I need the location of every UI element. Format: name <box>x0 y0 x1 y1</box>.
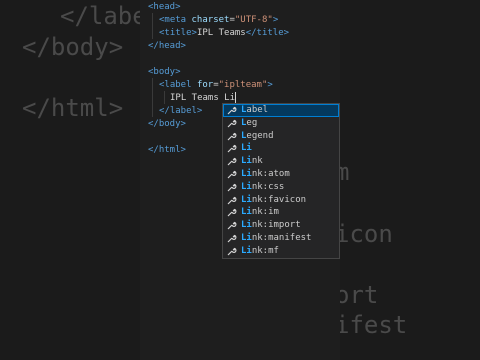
code-line: </body> <box>148 118 186 131</box>
backdrop-right: m icon ort ifest <box>340 0 480 360</box>
suggestion-rest: eg <box>246 117 258 128</box>
code-token: </head> <box>148 41 186 51</box>
code-token: </title> <box>245 28 290 38</box>
suggestion-item[interactable]: Link:mf <box>223 245 339 258</box>
code-line: </label> <box>159 105 202 118</box>
code-line: </head> <box>148 40 186 53</box>
wrench-icon <box>227 196 237 205</box>
indent-guide <box>152 13 153 39</box>
suggestion-item[interactable]: Link:atom <box>223 168 339 181</box>
suggestion-rest: nk:favicon <box>251 194 307 205</box>
code-token: "iplteam" <box>218 80 268 90</box>
suggestion-match: Li <box>241 168 252 179</box>
text-cursor <box>235 92 237 103</box>
code-token: "UTF-8" <box>234 15 273 25</box>
suggestion-rest: nk:import <box>251 220 301 231</box>
code-line: <body> <box>148 66 181 79</box>
suggestion-match: Li <box>241 156 252 167</box>
suggestion-item[interactable]: Li <box>223 142 339 155</box>
suggestion-match: Li <box>241 194 252 205</box>
suggestion-rest: egend <box>246 130 274 141</box>
backdrop-line: m <box>340 158 350 186</box>
code-line: <meta charset="UTF-8"> <box>159 14 278 27</box>
suggestion-item[interactable]: Legend <box>223 130 339 143</box>
code-token: IPL Teams <box>196 28 246 38</box>
suggestion-rest: nk:im <box>251 207 279 218</box>
wrench-icon <box>227 170 237 179</box>
suggestion-rest: nk:mf <box>251 245 279 256</box>
backdrop-left: </label> </body> </html> <box>0 0 140 360</box>
code-line: <title>IPL Teams</title> <box>159 27 289 40</box>
suggestion-item[interactable]: Label <box>223 104 339 117</box>
wrench-icon <box>227 157 237 166</box>
code-token: > <box>272 15 279 25</box>
code-token: > <box>267 80 273 90</box>
suggestion-item[interactable]: Link:manifest <box>223 232 339 245</box>
code-token: for <box>196 80 214 90</box>
code-line: <head> <box>148 1 181 14</box>
wrench-icon <box>227 247 237 256</box>
wrench-icon <box>227 221 237 230</box>
suggestion-rest: nk <box>251 156 263 167</box>
suggestion-item[interactable]: Link <box>223 155 339 168</box>
backdrop-line: ifest <box>340 311 408 339</box>
suggestion-match: Li <box>241 232 252 243</box>
suggestion-rest: nk:css <box>251 181 285 192</box>
code-token: <label <box>159 80 197 90</box>
wrench-icon <box>227 208 237 217</box>
suggestion-rest: nk:atom <box>251 168 290 179</box>
suggestion-match: Li <box>241 181 252 192</box>
suggestion-item[interactable]: Link:css <box>223 181 339 194</box>
code-token: charset <box>191 15 230 25</box>
suggestion-rest: abel <box>246 105 269 115</box>
code-line: <label for="iplteam"> <box>159 79 273 92</box>
backdrop-line: </label> <box>60 2 140 30</box>
code-token: <meta <box>159 15 192 25</box>
suggestion-match: Li <box>241 143 252 154</box>
suggestion-match: Li <box>241 220 252 231</box>
wrench-icon <box>227 144 237 153</box>
indent-guide <box>164 91 165 104</box>
suggestion-item[interactable]: Link:favicon <box>223 194 339 207</box>
code-token: <title> <box>159 28 197 38</box>
suggestion-match: Li <box>241 245 252 256</box>
suggestion-match: Li <box>241 207 252 218</box>
wrench-icon <box>227 183 237 192</box>
code-token: <body> <box>148 67 181 77</box>
suggestion-rest: nk:manifest <box>251 232 312 243</box>
suggestion-item[interactable]: Link:im <box>223 206 339 219</box>
code-token: </body> <box>148 119 186 129</box>
wrench-icon <box>227 234 237 243</box>
code-line: </html> <box>148 144 186 157</box>
suggestion-item[interactable]: Leg <box>223 117 339 130</box>
backdrop-line: </body> <box>22 33 124 61</box>
backdrop-line: </html> <box>22 94 124 122</box>
backdrop-line: icon <box>340 220 393 248</box>
code-token: IPL Teams Li <box>170 93 236 103</box>
code-token: <head> <box>148 2 181 12</box>
wrench-icon <box>227 119 237 128</box>
backdrop-line: ort <box>340 281 379 309</box>
autocomplete-suggest-widget[interactable]: Label Leg Legend Li Link Link:atom Link:css Lin… <box>222 103 340 259</box>
suggestion-list: Label Leg Legend Li Link Link:atom Link:css Lin… <box>223 104 339 258</box>
code-token: </label> <box>159 106 203 116</box>
suggestion-item[interactable]: Link:import <box>223 219 339 232</box>
code-token: </html> <box>148 145 186 155</box>
indent-guide <box>152 78 153 117</box>
wrench-icon <box>227 106 237 115</box>
wrench-icon <box>227 132 237 141</box>
